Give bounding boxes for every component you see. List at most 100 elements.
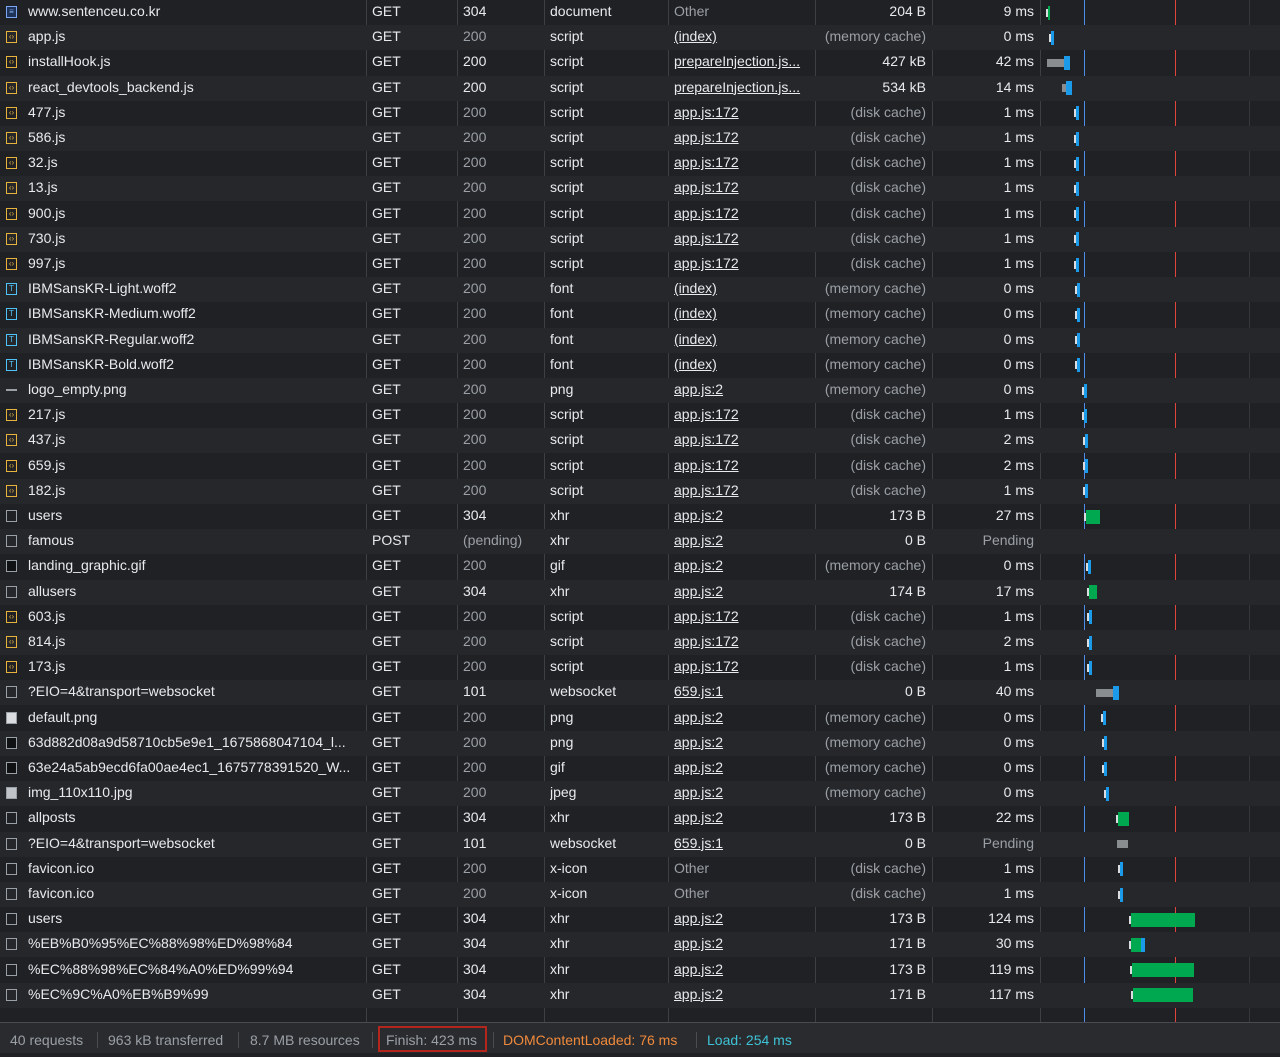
request-initiator[interactable]: app.js:172: [674, 605, 812, 630]
request-initiator[interactable]: prepareInjection.js...: [674, 76, 812, 101]
table-row[interactable]: 63d882d08a9d58710cb5e9e1_1675868047104_l…: [0, 730, 1280, 756]
table-row[interactable]: img_110x110.jpg GET 200 jpeg app.js:2 (memory…: [0, 781, 1280, 807]
table-row[interactable]: ‹› 32.js GET 200 script app.js:172 (disk cache…: [0, 151, 1280, 176]
script-icon: ‹›: [6, 132, 17, 144]
request-method: GET: [372, 834, 401, 851]
request-initiator[interactable]: app.js:172: [674, 151, 812, 176]
request-initiator[interactable]: 659.js:1: [674, 680, 812, 705]
table-row[interactable]: ‹› 173.js GET 200 script app.js:172 (disk cach…: [0, 655, 1280, 680]
table-row[interactable]: ‹› 586.js GET 200 script app.js:172 (disk cach…: [0, 126, 1280, 151]
table-row[interactable]: famous POST (pending) xhr app.js:2 0 B Pending: [0, 529, 1280, 555]
table-row[interactable]: %EB%B0%95%EC%88%98%ED%98%84 GET 304 xhr app.…: [0, 932, 1280, 958]
request-initiator[interactable]: app.js:172: [674, 428, 812, 453]
table-row[interactable]: allposts GET 304 xhr app.js:2 173 B 22 ms: [0, 806, 1280, 831]
table-row[interactable]: landing_graphic.gif GET 200 gif app.js:2 (mem…: [0, 554, 1280, 579]
request-initiator[interactable]: app.js:172: [674, 403, 812, 428]
waterfall-bar: [1073, 176, 1082, 201]
table-row[interactable]: ≡ www.sentenceu.co.kr GET 304 document Other 2…: [0, 0, 1280, 25]
request-initiator[interactable]: app.js:2: [674, 554, 812, 579]
request-initiator[interactable]: app.js:2: [674, 504, 812, 529]
request-initiator[interactable]: app.js:2: [674, 706, 812, 731]
request-initiator[interactable]: app.js:2: [674, 958, 812, 983]
request-initiator[interactable]: 659.js:1: [674, 832, 812, 857]
request-initiator[interactable]: app.js:2: [674, 731, 812, 756]
request-initiator[interactable]: app.js:172: [674, 202, 812, 227]
request-type: script: [550, 658, 584, 675]
request-name: favicon.ico: [28, 885, 95, 901]
table-row[interactable]: users GET 304 xhr app.js:2 173 B 27 ms: [0, 504, 1280, 529]
request-initiator[interactable]: app.js:172: [674, 176, 812, 201]
request-method: GET: [372, 557, 401, 574]
table-row[interactable]: ‹› 659.js GET 200 script app.js:172 (disk cach…: [0, 454, 1280, 479]
table-row[interactable]: ‹› 997.js GET 200 script app.js:172 (disk cach…: [0, 252, 1280, 277]
table-row[interactable]: ‹› 730.js GET 200 script app.js:172 (disk cach…: [0, 226, 1280, 252]
request-initiator[interactable]: app.js:172: [674, 252, 812, 277]
request-type: script: [550, 78, 584, 95]
request-initiator[interactable]: prepareInjection.js...: [674, 50, 812, 75]
table-row[interactable]: ‹› 13.js GET 200 script app.js:172 (disk cache…: [0, 176, 1280, 202]
request-initiator[interactable]: (index): [674, 302, 812, 327]
table-row[interactable]: default.png GET 200 png app.js:2 (memory cach…: [0, 706, 1280, 731]
request-method: GET: [372, 381, 401, 397]
request-initiator[interactable]: app.js:172: [674, 101, 812, 126]
request-size: 0 B: [904, 683, 926, 700]
request-initiator[interactable]: app.js:172: [674, 630, 812, 655]
request-initiator[interactable]: (index): [674, 328, 812, 353]
request-name: IBMSansKR-Medium.woff2: [28, 305, 196, 322]
table-row[interactable]: allusers GET 304 xhr app.js:2 174 B 17 ms: [0, 579, 1280, 605]
table-row[interactable]: ‹› app.js GET 200 script (index) (memory cache…: [0, 25, 1280, 51]
request-initiator[interactable]: app.js:172: [674, 479, 812, 504]
xhr-icon: [6, 988, 17, 1001]
request-type: font: [550, 355, 574, 372]
table-row[interactable]: ‹› 437.js GET 200 script app.js:172 (disk cach…: [0, 428, 1280, 454]
document-icon: ≡: [6, 6, 17, 18]
request-method: GET: [372, 960, 401, 977]
table-row[interactable]: ‹› react_devtools_backend.js GET 200 script p…: [0, 75, 1280, 101]
table-row[interactable]: users GET 304 xhr app.js:2 173 B 124 ms: [0, 907, 1280, 932]
table-row[interactable]: logo_empty.png GET 200 png app.js:2 (memory c…: [0, 378, 1280, 403]
table-row[interactable]: ‹› 900.js GET 200 script app.js:172 (disk cach…: [0, 202, 1280, 227]
table-row[interactable]: 63e24a5ab9ecd6fa00ae4ec1_1675778391520_W…: [0, 756, 1280, 781]
request-initiator[interactable]: app.js:2: [674, 580, 812, 605]
table-row[interactable]: favicon.ico GET 200 x-icon Other (disk cache)…: [0, 857, 1280, 882]
request-initiator[interactable]: app.js:2: [674, 907, 812, 932]
request-initiator[interactable]: (index): [674, 277, 812, 302]
table-row[interactable]: ‹› 603.js GET 200 script app.js:172 (disk cach…: [0, 605, 1280, 630]
request-initiator[interactable]: app.js:172: [674, 126, 812, 151]
table-row[interactable]: ‹› 477.js GET 200 script app.js:172 (disk cach…: [0, 101, 1280, 126]
request-initiator[interactable]: app.js:172: [674, 454, 812, 479]
request-initiator[interactable]: app.js:2: [674, 983, 812, 1008]
waterfall-bar: [1047, 50, 1074, 75]
request-initiator[interactable]: app.js:2: [674, 756, 812, 781]
table-row[interactable]: T IBMSansKR-Light.woff2 GET 200 font (index) (…: [0, 277, 1280, 303]
request-initiator[interactable]: app.js:172: [674, 655, 812, 680]
table-row[interactable]: T IBMSansKR-Regular.woff2 GET 200 font (index…: [0, 327, 1280, 353]
table-row[interactable]: ‹› 814.js GET 200 script app.js:172 (disk cach…: [0, 630, 1280, 655]
request-name: 900.js: [28, 204, 66, 221]
script-icon: ‹›: [6, 56, 17, 69]
table-row[interactable]: %EC%9C%A0%EB%B9%99 GET 304 xhr app.js:2 171 B…: [0, 982, 1280, 1008]
request-type: xhr: [550, 809, 570, 826]
table-row[interactable]: T IBMSansKR-Medium.woff2 GET 200 font (index)…: [0, 302, 1280, 327]
table-row[interactable]: ‹› 182.js GET 200 script app.js:172 (disk cach…: [0, 478, 1280, 504]
request-initiator[interactable]: app.js:2: [674, 781, 812, 806]
request-initiator[interactable]: app.js:2: [674, 529, 812, 554]
request-initiator[interactable]: (index): [674, 353, 812, 378]
table-row[interactable]: ‹› 217.js GET 200 script app.js:172 (disk cach…: [0, 403, 1280, 428]
request-size: (memory cache): [824, 305, 926, 322]
table-row[interactable]: favicon.ico GET 200 x-icon Other (disk cache)…: [0, 882, 1280, 907]
request-initiator[interactable]: app.js:2: [674, 806, 812, 831]
table-row[interactable]: T IBMSansKR-Bold.woff2 GET 200 font (index) (m…: [0, 353, 1280, 378]
request-initiator[interactable]: app.js:2: [674, 378, 812, 403]
request-status: 200: [463, 53, 487, 70]
table-row[interactable]: ?EIO=4&transport=websocket GET 101 websocke…: [0, 680, 1280, 706]
table-row[interactable]: ‹› installHook.js GET 200 script prepareInjec…: [0, 50, 1280, 75]
table-row[interactable]: %EC%88%98%EC%84%A0%ED%99%94 GET 304 xhr app.…: [0, 958, 1280, 983]
network-summary-bar: 40 requests 963 kB transferred 8.7 MB re…: [0, 1022, 1280, 1053]
table-row[interactable]: ?EIO=4&transport=websocket GET 101 websocke…: [0, 831, 1280, 857]
request-initiator[interactable]: (index): [674, 25, 812, 50]
waterfall-bar: [1074, 353, 1083, 378]
request-method: GET: [372, 885, 401, 901]
request-initiator[interactable]: app.js:172: [674, 227, 812, 252]
request-initiator[interactable]: app.js:2: [674, 932, 812, 957]
